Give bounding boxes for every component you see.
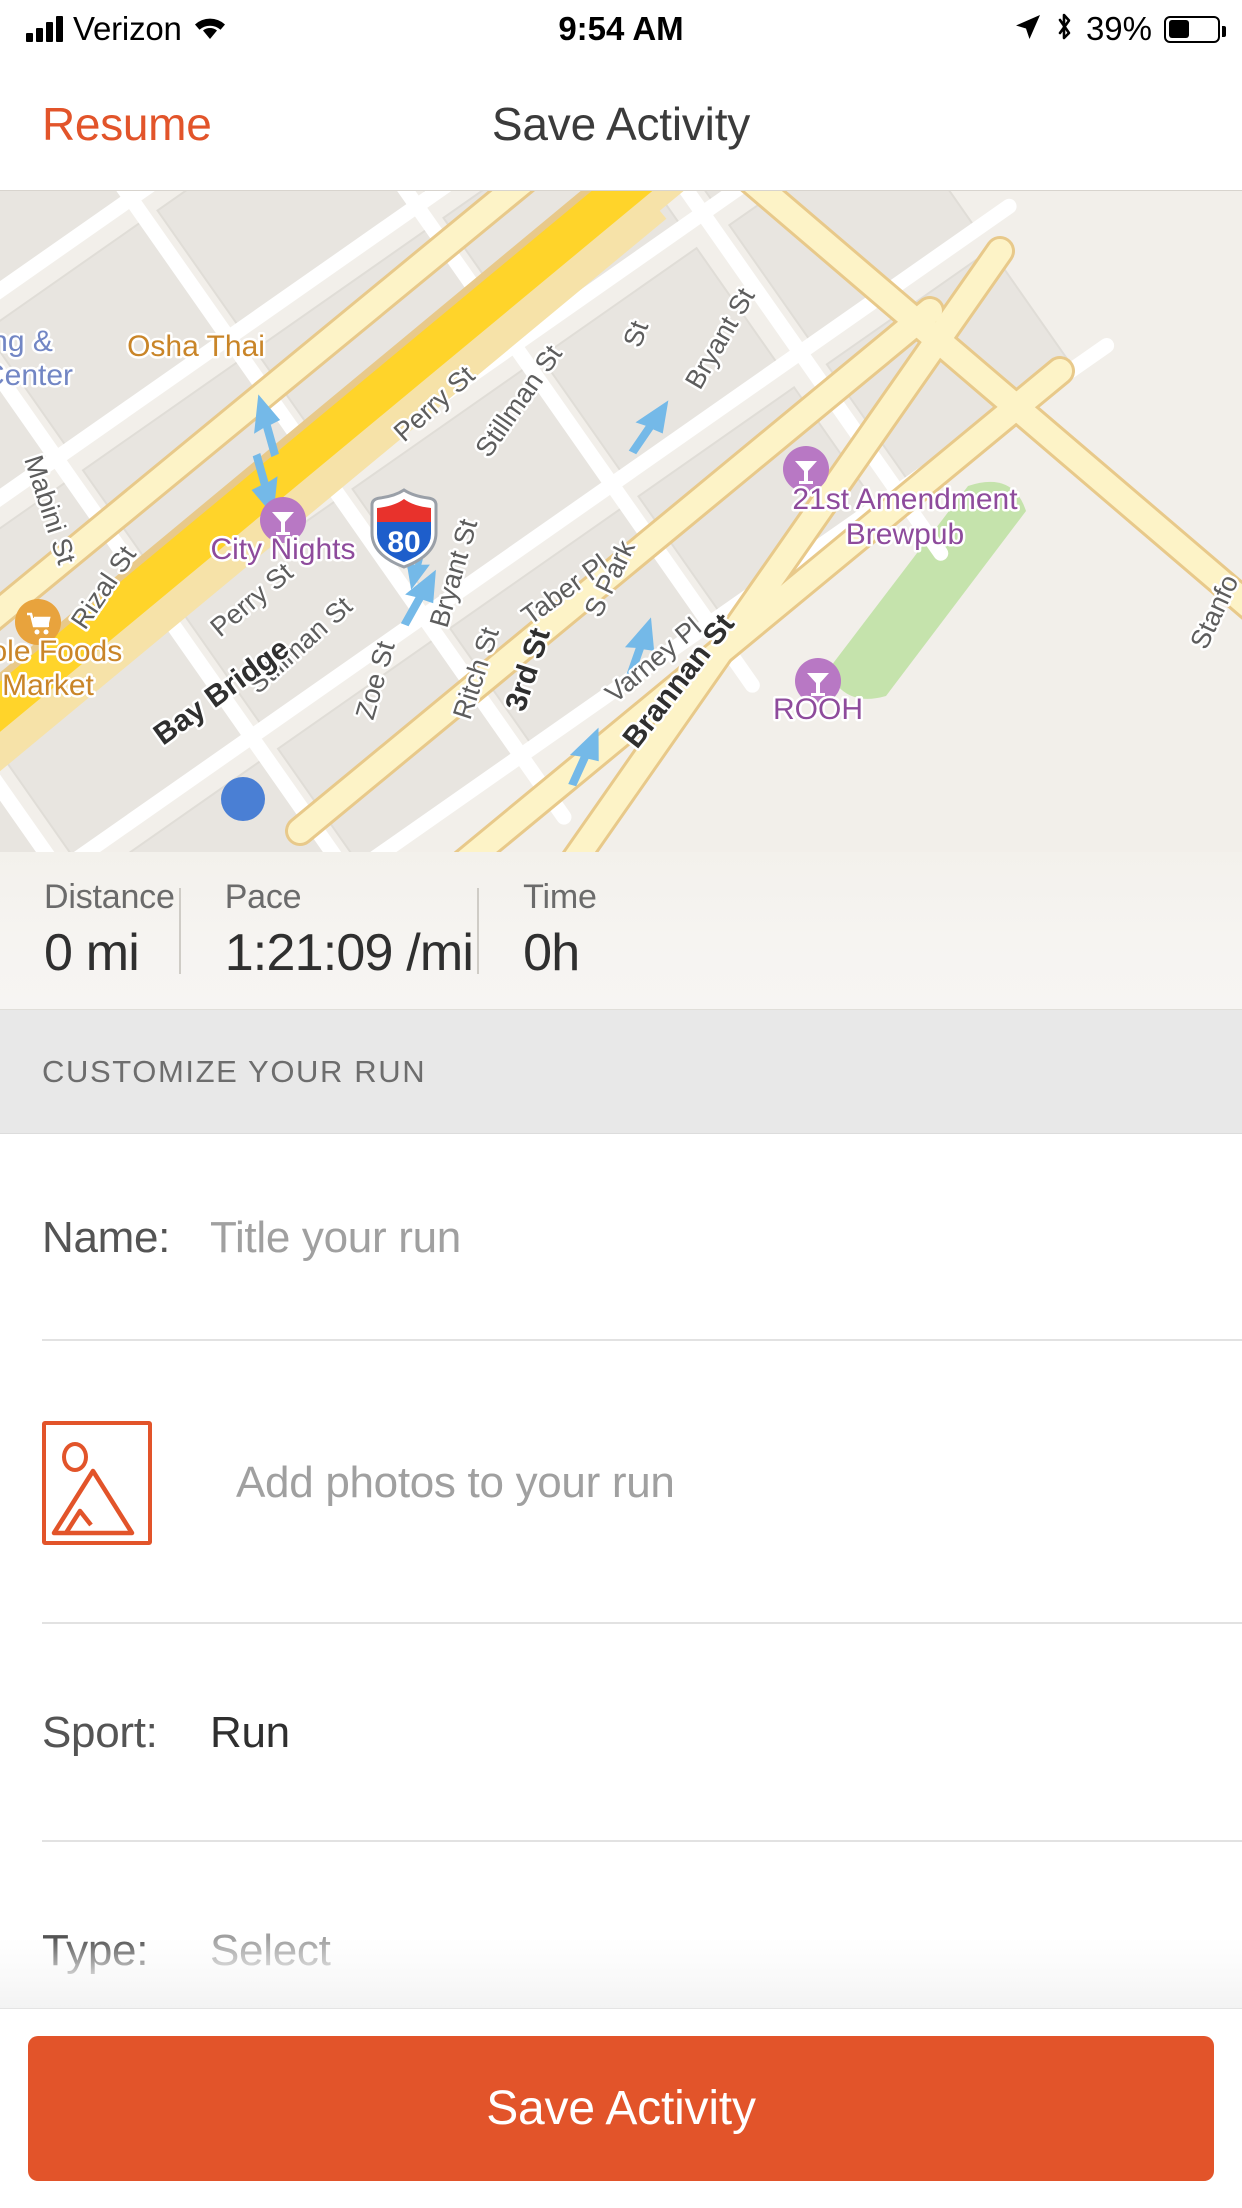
type-value[interactable]: Select [210,1926,331,1976]
stat-pace-label: Pace [225,878,473,917]
save-activity-button[interactable]: Save Activity [28,2036,1214,2181]
activity-stats-bar: Distance 0 mi Pace 1:21:09 /mi Time 0h [0,852,1242,1010]
add-photos-label[interactable]: Add photos to your run [236,1458,675,1508]
map-label-center-2: Center [0,359,73,392]
stat-distance: Distance 0 mi [0,878,175,983]
stat-time-value: 0h [523,923,597,983]
battery-icon [1164,16,1220,43]
stat-pace-value: 1:21:09 /mi [225,923,473,983]
map-label-amendment-2: Brewpub [846,518,964,551]
svg-text:80: 80 [387,526,420,559]
map-label-osha-thai: Osha Thai [127,330,265,363]
sport-value[interactable]: Run [210,1708,290,1758]
activity-route-map[interactable]: 80 City Nights 21st Amendment Brewpub RO… [0,190,1242,852]
type-label: Type: [0,1926,210,1976]
battery-percent-label: 39% [1086,10,1152,48]
form-row-type[interactable]: Type: Select [0,1842,1242,2008]
poi-transit-pin [221,777,265,821]
map-label-amendment-1: 21st Amendment [792,483,1018,516]
status-bar: Verizon 9:54 AM 39% [0,0,1242,58]
map-label-whole-foods-2: Market [2,669,94,702]
map-label-center-1: ng & [0,325,53,358]
stat-distance-value: 0 mi [44,923,175,983]
customize-form: Name: Title your run Add photos to your … [0,1134,1242,2008]
stat-pace: Pace 1:21:09 /mi [181,878,473,983]
map-label-city-nights: City Nights [210,533,355,566]
sport-label: Sport: [0,1708,210,1758]
clock-label: 9:54 AM [558,10,683,48]
stat-time-label: Time [523,878,597,917]
bluetooth-icon [1054,12,1074,47]
map-label-whole-foods-1: hole Foods [0,635,122,668]
map-label-rooh: ROOH [773,693,863,726]
location-arrow-icon [1014,13,1042,46]
form-row-photos[interactable]: Add photos to your run [0,1341,1242,1624]
form-row-name[interactable]: Name: Title your run [0,1134,1242,1341]
name-label: Name: [0,1213,210,1263]
status-bar-right: 39% [1014,0,1220,58]
page-title: Save Activity [0,97,1242,151]
stat-distance-label: Distance [44,878,175,917]
form-row-sport[interactable]: Sport: Run [0,1624,1242,1842]
section-header-customize: CUSTOMIZE YOUR RUN [0,1010,1242,1134]
bottom-action-bar: Save Activity [0,2008,1242,2208]
stat-time: Time 0h [479,878,597,983]
name-input[interactable]: Title your run [210,1213,461,1263]
image-placeholder-icon [42,1421,152,1545]
section-header-label: CUSTOMIZE YOUR RUN [0,1054,426,1090]
navigation-bar: Resume Save Activity [0,58,1242,190]
